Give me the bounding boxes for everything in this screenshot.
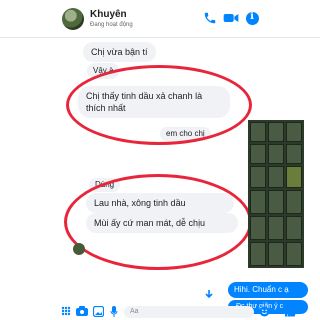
phone-icon[interactable] <box>202 10 218 26</box>
chevron-down-icon[interactable] <box>204 289 214 302</box>
thumbs-up-icon[interactable] <box>284 306 296 318</box>
apps-icon[interactable] <box>60 306 72 318</box>
emoji-icon[interactable] <box>258 306 270 318</box>
camera-icon[interactable] <box>76 306 88 318</box>
info-icon[interactable] <box>244 10 260 26</box>
message-input[interactable]: Aa <box>124 306 254 318</box>
video-icon[interactable] <box>223 10 239 26</box>
message-bubble: Chị vừa bận tí <box>83 42 156 62</box>
contact-status: Đang hoạt động <box>90 22 133 28</box>
image-icon[interactable] <box>92 305 104 318</box>
highlight-circle <box>64 174 252 270</box>
highlight-circle <box>66 65 252 145</box>
chat-header: Khuyên Đang hoạt động <box>0 0 320 38</box>
contact-name[interactable]: Khuyên <box>90 9 127 20</box>
message-composer: Aa <box>60 305 320 320</box>
microphone-icon[interactable] <box>108 306 120 318</box>
contact-avatar-small <box>73 243 85 255</box>
contact-avatar[interactable] <box>62 8 84 30</box>
shared-photo[interactable] <box>248 120 304 268</box>
outgoing-message: Hihi. Chuẩn c ạ <box>228 282 308 298</box>
